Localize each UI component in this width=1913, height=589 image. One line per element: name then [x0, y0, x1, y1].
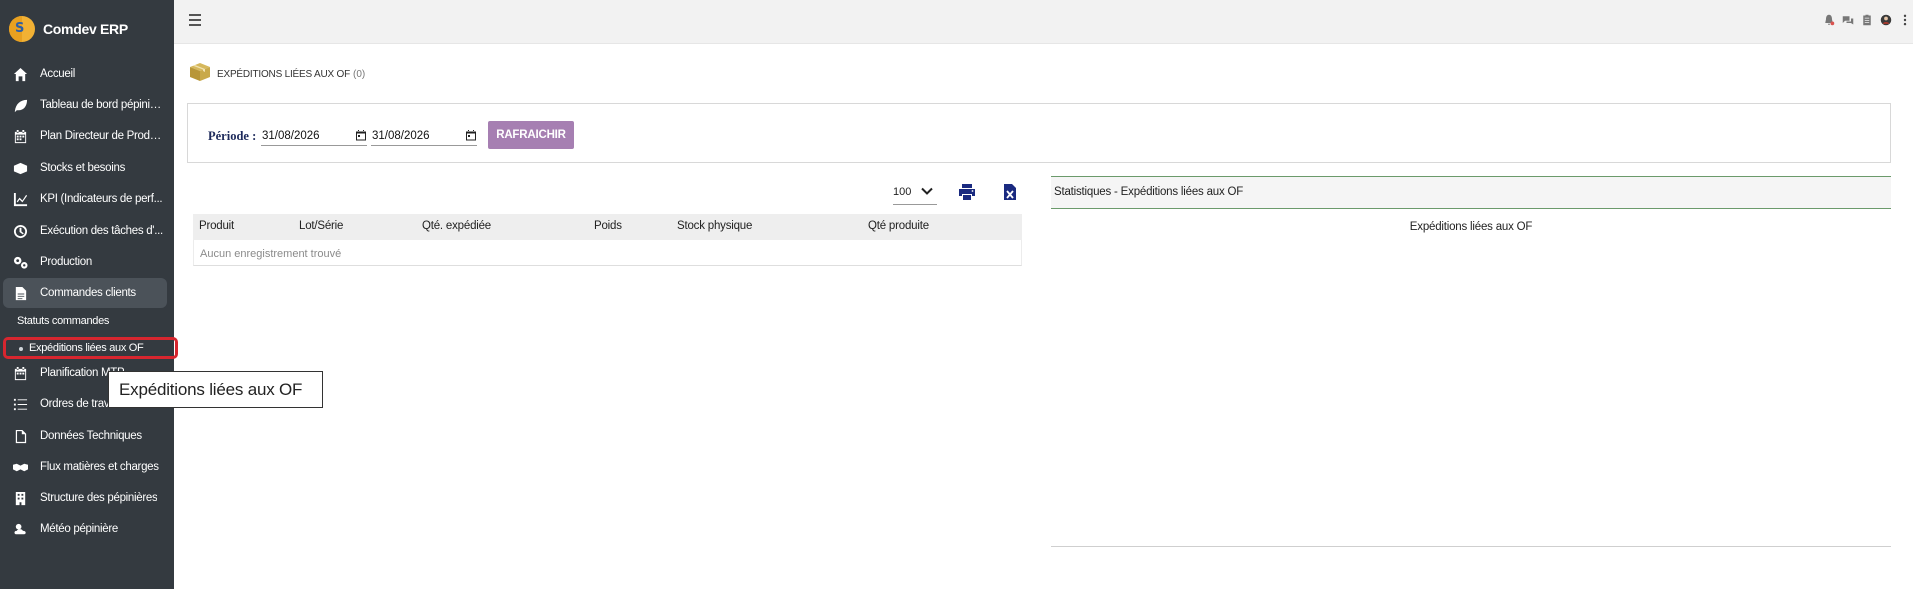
column-header-qte-produite[interactable]: Qté produite — [868, 220, 929, 232]
column-header-produit[interactable]: Produit — [199, 220, 234, 232]
hamburger-menu-icon[interactable] — [189, 14, 201, 26]
file-icon — [12, 285, 29, 302]
calendar-icon — [12, 365, 29, 382]
clipboard-icon[interactable] — [1860, 13, 1873, 26]
column-header-stock-physique[interactable]: Stock physique — [677, 220, 752, 232]
divider — [1051, 546, 1891, 547]
handshake-icon — [12, 459, 29, 476]
bell-icon[interactable] — [1822, 13, 1835, 26]
column-header-qte-expediee[interactable]: Qté. expédiée — [422, 220, 491, 232]
sidebar: S Comdev ERP Accueil Tableau de bord pép… — [0, 0, 178, 589]
sidebar-item-label: Météo pépinière — [40, 523, 118, 535]
sidebar-item-plan-directeur[interactable]: Plan Directeur de Produ... — [0, 122, 174, 150]
sidebar-subitem-statuts-commandes[interactable]: Statuts commandes — [17, 315, 109, 327]
empty-message: Aucun enregistrement trouvé — [200, 248, 342, 260]
sidebar-item-donnees-techniques[interactable]: Données Techniques — [0, 422, 174, 450]
print-button[interactable] — [958, 183, 976, 201]
sidebar-item-label: Stocks et besoins — [40, 162, 126, 174]
app-logo: S — [9, 16, 35, 42]
date-from-field[interactable]: 31/08/2026 — [261, 124, 367, 146]
kebab-menu-icon[interactable] — [1898, 13, 1911, 26]
sidebar-item-structure-pepinieres[interactable]: Structure des pépinières — [0, 484, 174, 512]
sidebar-item-label: Données Techniques — [40, 430, 142, 442]
sidebar-item-label: KPI (Indicateurs de perf... — [40, 193, 163, 205]
stats-panel: Statistiques - Expéditions liées aux OF … — [1051, 176, 1891, 548]
sidebar-subitem-expeditions-of[interactable]: Expéditions liées aux OF — [3, 337, 178, 359]
leaf-icon — [12, 97, 29, 114]
sidebar-item-label: Production — [40, 256, 92, 268]
clock-icon — [12, 223, 29, 240]
sidebar-subitem-label: Expéditions liées aux OF — [29, 342, 144, 354]
sidebar-item-commandes-clients[interactable]: Commandes clients — [3, 278, 167, 308]
calendar-icon — [12, 128, 29, 145]
page-title: Expéditions liées aux OF — [217, 68, 351, 80]
sidebar-item-label: Structure des pépinières — [40, 492, 158, 504]
chart-line-icon — [12, 191, 29, 208]
record-count: (0) — [353, 68, 366, 80]
top-bar-actions — [1822, 13, 1911, 26]
period-label: Période : — [208, 129, 257, 143]
sidebar-item-label: Plan Directeur de Produ... — [40, 130, 164, 142]
app-name: Comdev ERP — [43, 21, 128, 37]
chat-icon[interactable] — [1841, 13, 1854, 26]
excel-file-icon — [1004, 184, 1016, 200]
home-icon — [12, 66, 29, 83]
sidebar-item-label: Accueil — [40, 68, 75, 80]
file-outline-icon — [12, 428, 29, 445]
sidebar-item-stocks[interactable]: Stocks et besoins — [0, 154, 174, 182]
column-header-poids[interactable]: Poids — [594, 220, 622, 232]
gears-icon — [12, 254, 29, 271]
date-from-value: 31/08/2026 — [262, 130, 320, 142]
list-check-icon — [12, 396, 29, 413]
sidebar-item-label: Commandes clients — [40, 287, 136, 299]
sidebar-item-label: Tableau de bord pépinière — [40, 99, 164, 111]
date-to-value: 31/08/2026 — [372, 130, 430, 142]
user-avatar-icon[interactable] — [1879, 13, 1892, 26]
box-icon — [189, 62, 211, 87]
sidebar-item-production[interactable]: Production — [0, 248, 174, 276]
page-size-select[interactable]: 100 — [893, 183, 937, 205]
sidebar-item-flux-matieres[interactable]: Flux matières et charges — [0, 453, 174, 481]
table-empty-row: Aucun enregistrement trouvé — [193, 240, 1022, 266]
bullet-icon — [19, 347, 23, 351]
sidebar-tooltip: Expéditions liées aux OF — [108, 371, 323, 408]
sidebar-item-label: Exécution des tâches d'... — [40, 225, 163, 237]
page-size-value: 100 — [893, 186, 912, 198]
cloud-sun-icon — [12, 521, 29, 538]
sidebar-item-kpi[interactable]: KPI (Indicateurs de perf... — [0, 185, 174, 213]
stats-chart-title: Expéditions liées aux OF — [1409, 221, 1533, 233]
date-to-field[interactable]: 31/08/2026 — [371, 124, 477, 146]
sidebar-item-meteo[interactable]: Météo pépinière — [0, 515, 174, 543]
page-header: Expéditions liées aux OF (0) — [189, 62, 365, 86]
sidebar-item-tableau-de-bord[interactable]: Tableau de bord pépinière — [0, 91, 174, 119]
chevron-down-icon — [921, 187, 933, 196]
boxes-icon — [12, 160, 29, 177]
column-header-lot-serie[interactable]: Lot/Série — [299, 220, 343, 232]
brand[interactable]: S Comdev ERP — [9, 15, 128, 43]
data-table: Produit Lot/Série Qté. expédiée Poids St… — [193, 214, 1022, 266]
table-header: Produit Lot/Série Qté. expédiée Poids St… — [193, 214, 1022, 240]
calendar-icon[interactable] — [355, 130, 367, 141]
export-excel-button[interactable] — [1003, 183, 1017, 201]
top-bar — [174, 0, 1913, 44]
refresh-button[interactable]: RAFRAICHIR — [488, 121, 574, 149]
stats-header: Statistiques - Expéditions liées aux OF — [1051, 176, 1891, 209]
sidebar-item-execution[interactable]: Exécution des tâches d'... — [0, 217, 174, 245]
filter-panel: Période : 31/08/2026 31/08/2026 RAFRAICH… — [187, 103, 1891, 163]
printer-icon — [959, 184, 975, 200]
sidebar-item-accueil[interactable]: Accueil — [0, 60, 174, 88]
calendar-icon[interactable] — [465, 130, 477, 141]
sidebar-item-label: Flux matières et charges — [40, 461, 159, 473]
building-icon — [12, 490, 29, 507]
